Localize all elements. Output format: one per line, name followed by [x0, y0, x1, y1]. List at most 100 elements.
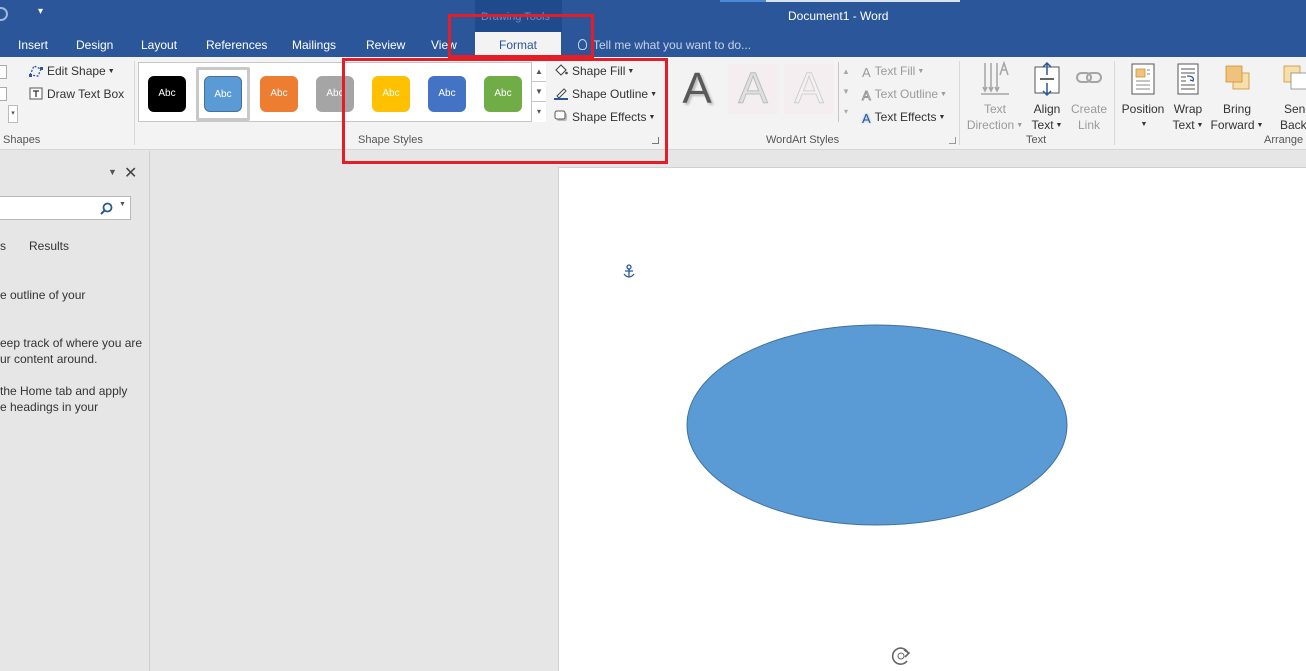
create-link-label-2: Link [1077, 118, 1100, 132]
group-separator [959, 61, 960, 145]
position-dropdown-icon: ▼ [1140, 121, 1148, 128]
undo-icon[interactable] [0, 7, 8, 21]
wrap-text-label-1: Wrap [1173, 102, 1203, 116]
bring-forward-label-1: Bring [1222, 102, 1251, 116]
text-direction-button[interactable]: Text Direction ▼ [964, 61, 1026, 134]
text-effects-icon: A [862, 111, 871, 126]
wordart-more-icon[interactable]: ▾ [838, 102, 853, 122]
shape-styles-highlight [342, 58, 668, 164]
document-page[interactable] [558, 167, 1306, 671]
tab-references[interactable]: References [206, 38, 267, 52]
search-input[interactable]: ▼ [0, 196, 131, 220]
text-box-icon [29, 87, 43, 100]
position-button[interactable]: Position ▼ [1116, 61, 1170, 133]
text-outline-button[interactable]: A Text Outline ▼ [862, 87, 947, 104]
text-fill-label: Text Fill [874, 64, 916, 78]
nav-tab-fragment[interactable]: s [0, 238, 6, 254]
shapes-gallery-edge[interactable] [0, 65, 7, 79]
wordart-style-shadow[interactable]: A [672, 64, 722, 114]
wordart-style-outline[interactable]: A [784, 64, 834, 114]
wordart-style-light[interactable]: A [728, 64, 778, 114]
align-text-label-2: Text ▼ [1031, 118, 1063, 132]
position-label: Position [1121, 102, 1165, 116]
wrap-text-label-2-text: Text [1172, 118, 1195, 132]
title-accent-line-blue [720, 0, 766, 2]
shapes-gallery-scroll-down[interactable] [0, 87, 7, 101]
send-backward-label-1: Send [1284, 102, 1306, 116]
align-text-label-1: Align [1033, 102, 1061, 116]
tell-me-placeholder: Tell me what you want to do... [593, 38, 752, 52]
nav-help-line-3: ur content around. [0, 352, 98, 366]
draw-text-box-label: Draw Text Box [47, 87, 125, 101]
search-icon[interactable] [100, 202, 113, 215]
create-link-label-1: Create [1070, 102, 1108, 116]
nav-help-line-2: eep track of where you are [0, 336, 143, 350]
tab-insert[interactable]: Insert [18, 38, 48, 52]
shape-style-swatch-blue-selected[interactable]: Abc [204, 76, 242, 112]
swatch-label: Abc [158, 88, 176, 99]
bring-forward-label-2-text: Forward [1210, 118, 1255, 132]
group-separator [134, 61, 135, 145]
text-direction-icon [981, 61, 1009, 95]
edit-shape-icon [29, 65, 43, 77]
group-separator [1114, 61, 1115, 145]
wrap-text-label-2: Text ▼ [1172, 118, 1204, 132]
text-direction-label-2: Direction ▼ [966, 118, 1024, 132]
text-direction-label-2-text: Direction [966, 118, 1015, 132]
swatch-label: Abc [270, 88, 288, 99]
create-link-button[interactable]: Create Link [1068, 61, 1110, 133]
text-group-label: Text [1026, 134, 1047, 146]
bring-forward-icon [1225, 65, 1250, 90]
wrap-text-button[interactable]: Wrap Text ▼ [1170, 61, 1206, 134]
text-effects-label: Text Effects [874, 110, 937, 124]
shapes-gallery-more-button[interactable]: ▾ [8, 105, 18, 123]
nav-help-line-5: e headings in your [0, 400, 99, 414]
wordart-scroll-up-icon[interactable]: ▲ [838, 62, 853, 82]
text-fill-button[interactable]: A Text Fill ▼ [862, 64, 924, 80]
pane-options-icon[interactable]: ▼ [108, 167, 117, 177]
document-title: Document1 - Word [788, 9, 889, 23]
ribbon-tabs: Insert Design Layout References Mailings… [0, 32, 1306, 57]
send-backward-button[interactable]: Send Backward [1266, 61, 1306, 133]
tab-review[interactable]: Review [366, 38, 405, 52]
customize-quick-access-icon[interactable]: ▾ [38, 6, 43, 17]
close-icon[interactable]: ✕ [124, 163, 137, 183]
shape-style-swatch-orange[interactable]: Abc [260, 76, 298, 112]
tab-layout[interactable]: Layout [141, 38, 177, 52]
navigation-pane: ▼ ✕ ▼ s Results e outline of your eep tr… [0, 151, 150, 671]
draw-text-box-button[interactable]: Draw Text Box [29, 87, 124, 101]
align-text-button[interactable]: Align Text ▼ [1026, 61, 1068, 134]
align-text-icon [1034, 61, 1060, 97]
nav-help-line-4: the Home tab and apply [0, 384, 128, 398]
edit-shape-label: Edit Shape [47, 64, 106, 78]
wordart-styles-group-label: WordArt Styles [766, 134, 840, 146]
bring-forward-label-2: Forward ▼ [1210, 118, 1264, 132]
align-text-label-2-text: Text [1031, 118, 1054, 132]
text-outline-icon: A [862, 88, 872, 104]
tab-design[interactable]: Design [76, 38, 113, 52]
text-outline-label: Text Outline [874, 87, 939, 101]
shape-style-swatch-black[interactable]: Abc [148, 76, 186, 112]
tab-mailings[interactable]: Mailings [292, 38, 336, 52]
wrap-text-icon [1177, 63, 1199, 95]
search-dropdown-icon[interactable]: ▼ [119, 201, 126, 208]
swatch-label: Abc [214, 89, 232, 100]
title-bar: ▾ Drawing Tools Document1 - Word [0, 0, 1306, 57]
format-tab-highlight [448, 14, 594, 58]
text-fill-icon: A [862, 65, 871, 80]
position-icon [1131, 63, 1155, 95]
text-effects-button[interactable]: A Text Effects ▼ [862, 110, 945, 126]
wordart-scroll-down-icon[interactable]: ▼ [838, 82, 853, 102]
shapes-group-label: Shapes [3, 134, 41, 146]
edit-shape-button[interactable]: Edit Shape ▼ [29, 64, 115, 78]
nav-help-line-1: e outline of your [0, 288, 86, 302]
send-backward-label-2: Backward [1280, 118, 1306, 132]
nav-tab-results[interactable]: Results [29, 238, 69, 254]
arrange-group-label: Arrange [1264, 134, 1304, 146]
text-direction-label-1: Text [983, 102, 1006, 116]
bring-forward-button[interactable]: Bring Forward ▼ [1208, 61, 1266, 134]
send-backward-icon [1283, 65, 1306, 90]
tell-me-box[interactable]: Tell me what you want to do... [578, 38, 751, 52]
link-icon [1076, 72, 1102, 83]
wordart-dialog-launcher-icon[interactable] [949, 137, 956, 144]
